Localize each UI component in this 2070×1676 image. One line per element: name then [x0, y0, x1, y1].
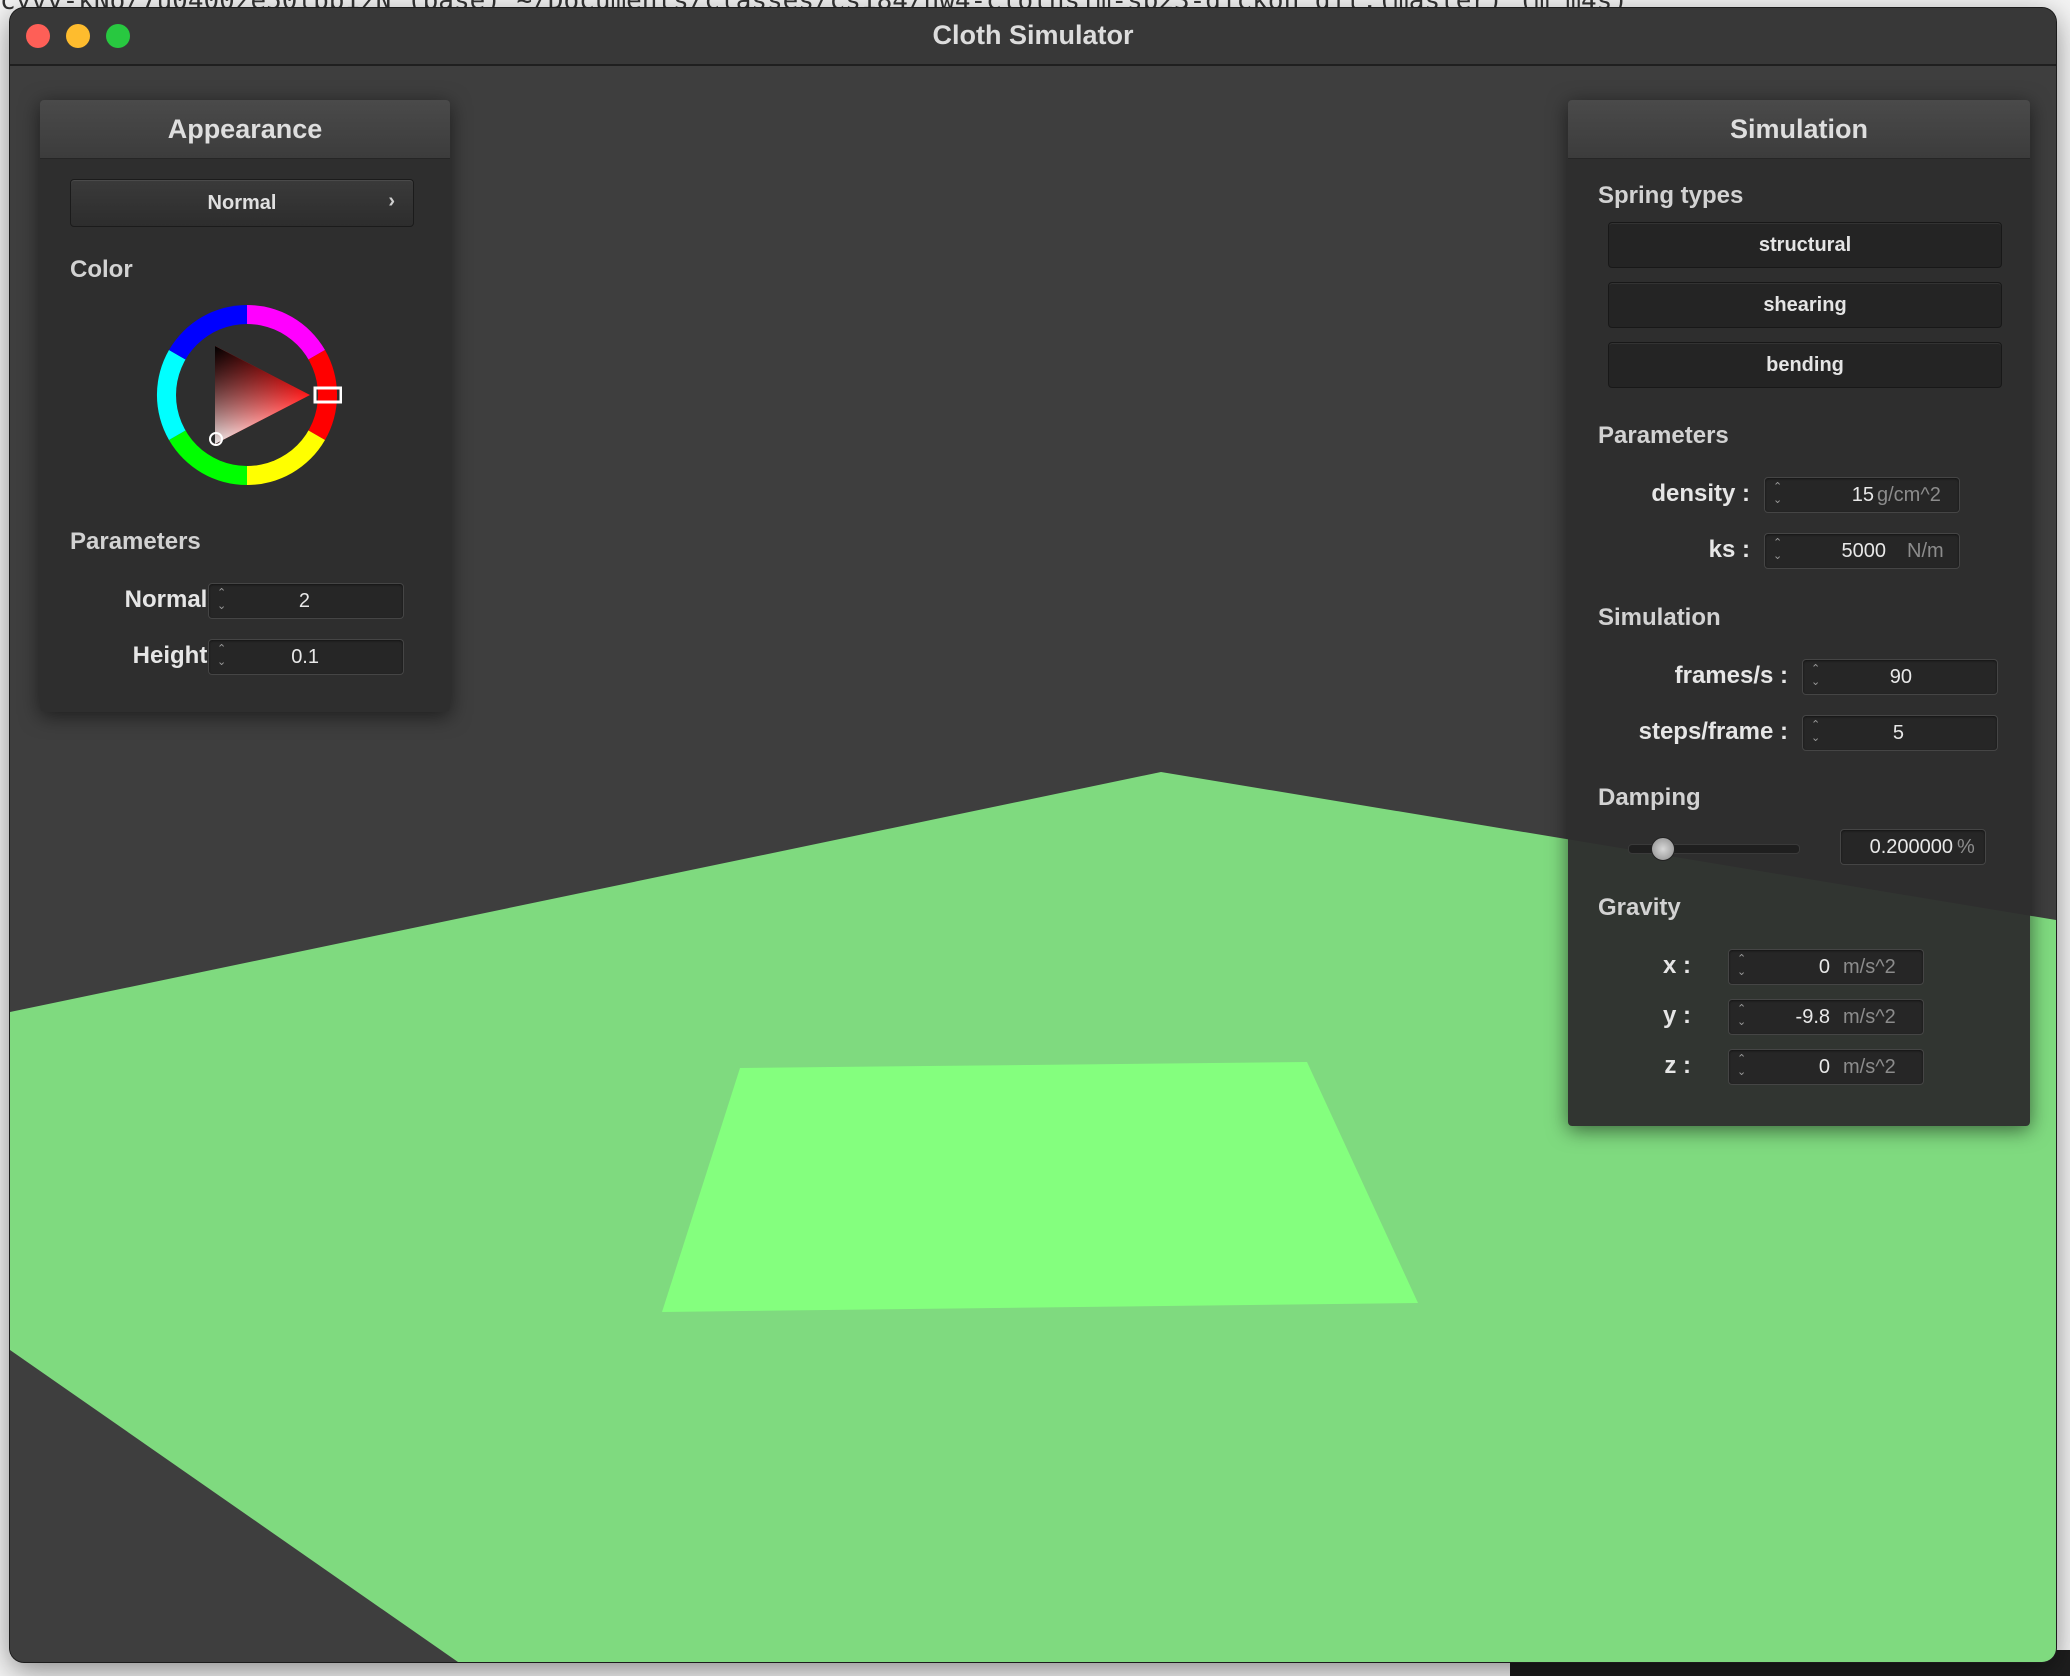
gravity-y-spinbox[interactable]: ⌃ ⌄ -9.8 m/s^2	[1728, 999, 1924, 1035]
spinner-arrows-icon[interactable]: ⌃ ⌄	[1737, 1053, 1747, 1081]
spring-types-label: Spring types	[1598, 182, 1744, 209]
density-value: 15	[1851, 484, 1874, 506]
appearance-panel: Appearance Normal › Color Parameters Nor…	[40, 100, 450, 712]
gravity-y-unit: m/s^2	[1843, 1006, 1896, 1028]
density-unit: g/cm^2	[1877, 484, 1941, 506]
damping-value: 0.200000	[1869, 836, 1953, 858]
gravity-x-spinbox[interactable]: ⌃ ⌄ 0 m/s^2	[1728, 949, 1924, 985]
spinner-arrows-icon[interactable]: ⌃ ⌄	[1811, 663, 1821, 691]
structural-toggle-button[interactable]: structural	[1608, 222, 2002, 268]
damping-slider-handle[interactable]	[1651, 837, 1675, 861]
gravity-y-value: -9.8	[1795, 1006, 1830, 1028]
damping-unit: %	[1957, 836, 1975, 858]
simulation-panel-title[interactable]: Simulation	[1568, 100, 2030, 159]
gravity-z-value: 0	[1818, 1056, 1830, 1078]
gravity-z-unit: m/s^2	[1843, 1056, 1896, 1078]
normal-value: 2	[298, 590, 310, 612]
steps-label: steps/frame :	[1638, 718, 1788, 745]
3d-viewport[interactable]: Appearance Normal › Color Parameters Nor…	[10, 66, 2056, 1662]
height-spinbox[interactable]: ⌃ ⌄ 0.1	[208, 639, 404, 675]
sim-params-label: Parameters	[1598, 422, 1729, 449]
spinner-arrows-icon[interactable]: ⌃ ⌄	[217, 587, 227, 615]
gravity-z-spinbox[interactable]: ⌃ ⌄ 0 m/s^2	[1728, 1049, 1924, 1085]
color-section-label: Color	[70, 256, 133, 283]
fps-label: frames/s :	[1674, 662, 1788, 689]
bending-toggle-button[interactable]: bending	[1608, 342, 2002, 388]
ks-label: ks :	[1708, 536, 1750, 563]
ks-spinbox[interactable]: ⌃ ⌄ 5000 N/m	[1764, 533, 1960, 569]
ks-value: 5000	[1841, 540, 1887, 562]
window-title: Cloth Simulator	[932, 20, 1134, 50]
sim-section-label: Simulation	[1598, 604, 1721, 631]
spinner-arrows-icon[interactable]: ⌃ ⌄	[1737, 953, 1747, 981]
fps-spinbox[interactable]: ⌃ ⌄ 90	[1802, 659, 1998, 695]
spinner-arrows-icon[interactable]: ⌃ ⌄	[1811, 719, 1821, 747]
spinner-arrows-icon[interactable]: ⌃ ⌄	[217, 643, 227, 671]
chevron-right-icon: ›	[388, 190, 395, 212]
height-value: 0.1	[291, 646, 319, 668]
normal-spinbox[interactable]: ⌃ ⌄ 2	[208, 583, 404, 619]
density-label: density :	[1651, 480, 1750, 507]
spinner-arrows-icon[interactable]: ⌃ ⌄	[1773, 481, 1783, 509]
cloth-mesh	[662, 1062, 1418, 1312]
simulation-panel: Simulation Spring types structural shear…	[1568, 100, 2030, 1126]
spinner-arrows-icon[interactable]: ⌃ ⌄	[1773, 537, 1783, 565]
ks-unit: N/m	[1907, 540, 1944, 562]
damping-label: Damping	[1598, 784, 1701, 811]
normal-label: Normal :	[124, 586, 222, 613]
appearance-panel-title[interactable]: Appearance	[40, 100, 450, 159]
gravity-z-label: z :	[1664, 1052, 1691, 1079]
shearing-toggle-button[interactable]: shearing	[1608, 282, 2002, 328]
steps-spinbox[interactable]: ⌃ ⌄ 5	[1802, 715, 1998, 751]
color-wheel[interactable]	[152, 300, 342, 490]
damping-value-box[interactable]: 0.200000 %	[1840, 829, 1986, 865]
density-spinbox[interactable]: ⌃ ⌄ 15 g/cm^2	[1764, 477, 1960, 513]
gravity-x-unit: m/s^2	[1843, 956, 1896, 978]
shader-select[interactable]: Normal ›	[70, 179, 414, 227]
gravity-x-value: 0	[1818, 956, 1830, 978]
gravity-x-label: x :	[1662, 952, 1691, 979]
height-label: Height :	[132, 642, 222, 669]
gravity-y-label: y :	[1662, 1002, 1691, 1029]
app-window: Cloth Simulator Appearance Normal › Colo…	[10, 8, 2056, 1662]
fps-value: 90	[1889, 666, 1912, 688]
appearance-params-label: Parameters	[70, 528, 201, 555]
spinner-arrows-icon[interactable]: ⌃ ⌄	[1737, 1003, 1747, 1031]
shader-select-label: Normal	[207, 192, 277, 214]
gravity-label: Gravity	[1598, 894, 1681, 921]
steps-value: 5	[1892, 722, 1904, 744]
title-bar[interactable]: Cloth Simulator	[10, 8, 2056, 66]
